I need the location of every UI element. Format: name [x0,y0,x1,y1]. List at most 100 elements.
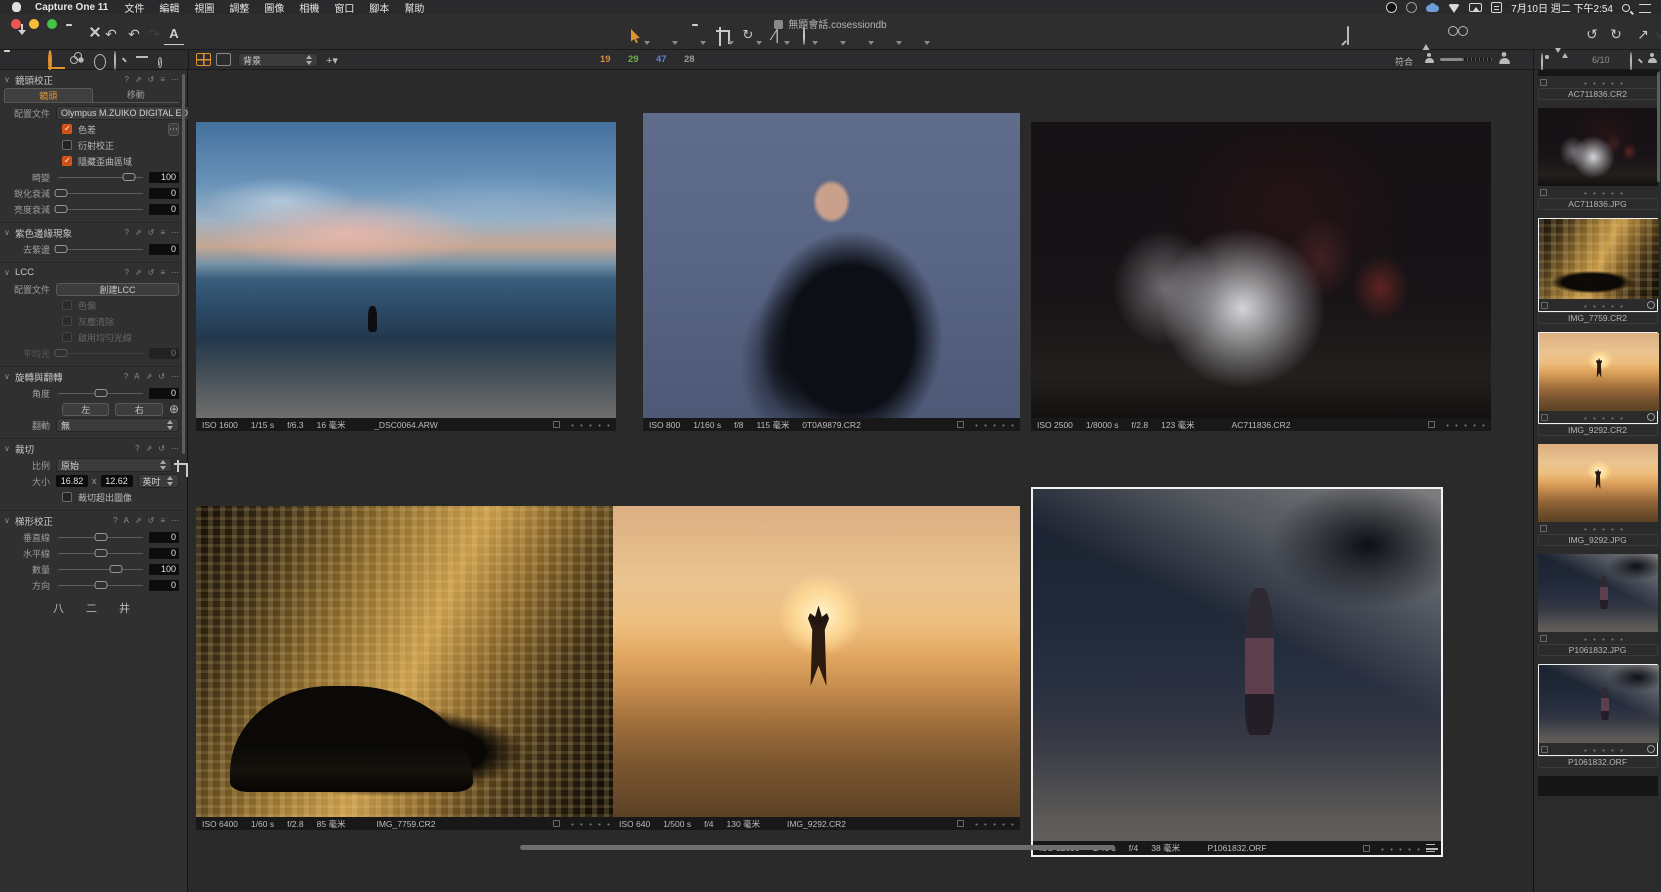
reset-icon[interactable]: ↺ [148,228,155,237]
select-checkbox[interactable] [1540,79,1547,86]
status-circle-icon[interactable] [1406,2,1417,13]
select-checkbox[interactable] [1363,845,1370,852]
auto-icon[interactable]: A [124,516,129,525]
draw-mask-tool[interactable] [850,26,870,46]
color-cast-checkbox[interactable] [62,300,72,310]
select-checkbox[interactable] [1541,746,1548,753]
rating-dots[interactable] [566,422,610,427]
filmstrip-item[interactable]: AC711836.JPG [1538,108,1658,210]
thumbnail[interactable] [1539,665,1659,743]
section-header[interactable]: ∨ LCC ?⇗↺≡⋯ [4,265,179,280]
help-icon[interactable]: ? [124,372,128,381]
section-header[interactable]: ∨ 旋轉與翻轉 ?A⇗↺⋯ [4,369,179,384]
loupe-tool[interactable] [682,26,702,46]
tool-panel-scrollbar[interactable] [182,74,185,454]
variants-icon[interactable] [1426,844,1435,852]
filmstrip-item[interactable]: AC711836.CR2 [1538,76,1658,100]
menu-view[interactable]: 視圖 [194,0,214,15]
select-checkbox[interactable] [1540,525,1547,532]
crop-ratio-dropdown[interactable]: 原始 [56,458,172,472]
copy-icon[interactable]: ⇗ [135,268,142,277]
straighten-freehand-icon[interactable]: ⊕ [169,402,179,416]
tab-capture[interactable] [26,52,43,69]
more-icon[interactable]: ⋯ [171,516,179,525]
crop-width-input[interactable]: 16.82 [56,475,88,487]
thumbnail[interactable] [1538,108,1658,186]
import-button[interactable] [6,26,26,46]
defringe-slider[interactable] [58,249,143,250]
viewer-redo-button[interactable]: ↻ [1606,25,1626,45]
auto-icon[interactable]: A [134,372,139,381]
preset-icon[interactable]: ≡ [160,268,165,277]
preset-icon[interactable]: ≡ [160,516,165,525]
browser-toggle-button[interactable] [1543,26,1563,46]
crop-tool[interactable] [710,26,730,46]
select-checkbox[interactable] [553,421,560,428]
menu-window[interactable]: 窗口 [334,0,354,15]
preset-icon[interactable]: ≡ [160,75,165,84]
count-blue[interactable]: 47 [656,54,667,65]
collapse-chevron-icon[interactable]: ∨ [4,75,12,84]
rotate-right-button[interactable]: 右 [115,403,162,416]
copy-icon[interactable]: ⇗ [135,228,142,237]
crop-unit-dropdown[interactable]: 英吋 [138,474,180,488]
help-icon[interactable]: ? [124,228,128,237]
section-header[interactable]: ∨ 裁切 ?⇗↺⋯ [4,441,179,456]
rating-dots[interactable] [1579,747,1623,752]
light-falloff-slider[interactable] [58,209,143,210]
count-grey[interactable]: 28 [684,54,695,65]
diffraction-correction-checkbox[interactable] [62,140,72,150]
ca-analyze-button[interactable]: ⋯ [168,123,179,136]
photo-thumbnail[interactable] [613,506,1020,817]
reset-icon[interactable]: ↺ [148,75,155,84]
reset-icon[interactable]: ↺ [158,444,165,453]
bootcamp-icon[interactable] [1491,2,1502,13]
tether-camera-button[interactable] [31,26,51,46]
select-checkbox[interactable] [1541,414,1548,421]
tab-exposure[interactable] [92,52,109,69]
viewer-view-button[interactable] [216,53,231,66]
select-checkbox[interactable] [553,820,560,827]
help-icon[interactable]: ? [124,75,128,84]
copy-icon[interactable]: ⇗ [146,372,153,381]
keystone-vertical-slider[interactable] [58,537,143,538]
reset-icon[interactable]: ↺ [158,372,165,381]
viewer-undo-button[interactable]: ↺ [1582,25,1602,45]
cloud-icon[interactable] [1426,5,1439,12]
menu-bar-clock[interactable]: 7月10日 週二 下午2:54 [1511,0,1613,15]
redo-button[interactable]: ↷ [144,25,164,45]
pan-tool[interactable] [654,26,674,46]
hide-distorted-areas-checkbox[interactable] [62,156,72,166]
grid-overlay-button[interactable] [1383,26,1403,46]
delete-button[interactable] [79,26,99,46]
pointer-tool[interactable] [626,26,646,46]
display-icon[interactable] [1469,3,1482,12]
section-header[interactable]: ∨ 紫色邊緣現象 ?⇗↺≡⋯ [4,225,179,240]
grid-view-button[interactable] [196,53,211,66]
filmstrip-search-icon[interactable] [1630,53,1632,71]
rating-dots[interactable] [1579,636,1623,641]
thumbnail-size-slider[interactable] [1440,58,1492,61]
count-green[interactable]: 29 [628,54,639,65]
straighten-tool[interactable]: ⁄| [766,26,786,46]
gradient-mask-tool[interactable] [906,26,926,46]
select-checkbox[interactable] [1428,421,1435,428]
grid-photo-4[interactable]: ISO 64001/60 s f/2.885 毫米 IMG_7759.CR2 [196,506,616,830]
copy-icon[interactable]: ⇗ [146,444,153,453]
focus-loupe-button[interactable] [1448,26,1468,46]
filmstrip-item[interactable]: IMG_9292.JPG [1538,444,1658,546]
photo-thumbnail[interactable] [643,113,1020,418]
grid-photo-2[interactable]: ISO 8001/160 s f/8115 毫米 0T0A9879.CR2 [643,113,1020,431]
help-icon[interactable]: ? [135,444,139,453]
photo-thumbnail[interactable] [1033,489,1441,841]
help-icon[interactable]: ? [113,516,117,525]
dust-removal-checkbox[interactable] [62,316,72,326]
rating-dots[interactable] [566,821,610,826]
rotate-tool[interactable]: ↻ [738,26,758,46]
menu-file[interactable]: 文件 [124,0,144,15]
partial-thumbnail[interactable] [1538,776,1658,796]
notification-center-icon[interactable] [1639,4,1651,13]
tab-library[interactable] [4,52,21,69]
chromatic-aberration-checkbox[interactable] [62,124,72,134]
keystone-horizontal-slider[interactable] [58,553,143,554]
